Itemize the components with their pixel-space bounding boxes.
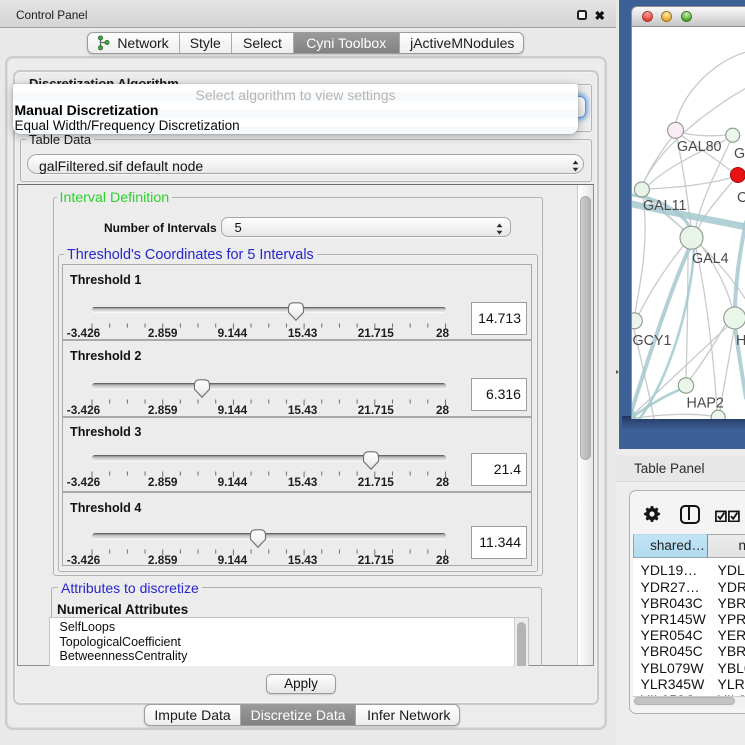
svg-text:HI: HI [736,333,745,349]
svg-text:GAL11: GAL11 [643,198,686,214]
svg-text:HAP2: HAP2 [687,396,724,412]
svg-text:GAL4: GAL4 [692,251,729,267]
svg-text:C: C [737,190,745,206]
svg-text:GCY1: GCY1 [633,333,672,349]
svg-text:GAL80: GAL80 [677,139,722,155]
svg-text:GA: GA [734,146,745,162]
